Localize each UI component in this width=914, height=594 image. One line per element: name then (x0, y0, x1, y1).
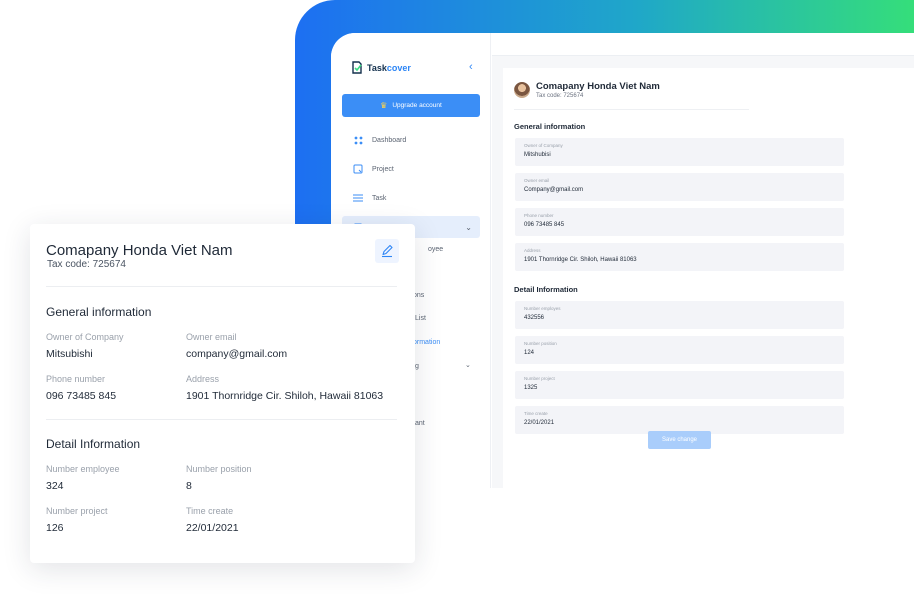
phone-field[interactable]: Phone number 096 73485 845 (515, 208, 844, 236)
main-content: Comapany Honda Viet Nam Tax code: 725674… (492, 56, 914, 488)
phone-value: 096 73485 845 (46, 390, 117, 402)
menu-icon (352, 194, 364, 202)
field-value: 096 73485 845 (524, 222, 565, 228)
tax-code: Tax code: 725674 (536, 93, 584, 99)
address-value: 1901 Thornridge Cir. Shiloh, Hawaii 8106… (186, 390, 384, 402)
time-value: 22/01/2021 (186, 522, 239, 534)
sidebar-item-task[interactable]: Task (342, 187, 480, 209)
field-label: Time create (524, 411, 548, 416)
field-value: 432556 (524, 315, 545, 321)
chevron-down-icon: ⌄ (465, 222, 472, 232)
position-value: 8 (186, 480, 192, 492)
address-label: Address (186, 374, 220, 384)
employee-label: Number employee (46, 464, 120, 474)
address-field[interactable]: Address 1901 Thornridge Cir. Shiloh, Haw… (515, 243, 844, 271)
company-panel: Comapany Honda Viet Nam Tax code: 725674… (503, 68, 914, 488)
owner-value: Mitsubishi (46, 348, 93, 360)
field-label: Number position (524, 341, 557, 346)
divider (514, 109, 749, 110)
position-label: Number position (186, 464, 252, 474)
upgrade-account-button[interactable]: ♛ Upgrade account (342, 94, 480, 117)
project-value: 126 (46, 522, 64, 534)
logo-prefix: Task (367, 63, 387, 73)
detail-information-heading: Detail Information (514, 285, 578, 294)
email-value: company@gmail.com (186, 348, 288, 360)
field-label: Owner of Company (524, 143, 563, 148)
owner-label: Owner of Company (46, 332, 124, 342)
tax-code: Tax code: 725674 (47, 259, 126, 270)
employee-value: 324 (46, 480, 64, 492)
sidebar-fragment-setting[interactable]: g (415, 363, 419, 370)
divider (46, 419, 397, 420)
field-value: Mitshubisi (524, 152, 551, 158)
owner-field[interactable]: Owner of Company Mitshubisi (515, 138, 844, 166)
upgrade-label: Upgrade account (392, 102, 442, 109)
chevron-left-icon[interactable]: ‹ (469, 61, 473, 73)
field-label: Number project (524, 376, 555, 381)
logo-text: Taskcover (367, 63, 411, 73)
grid-icon (352, 136, 364, 145)
time-label: Time create (186, 506, 234, 516)
sidebar-item-project[interactable]: Project (342, 158, 480, 180)
general-information-heading: General information (46, 305, 152, 319)
project-field[interactable]: Number project 1325 (515, 371, 844, 399)
divider (46, 286, 397, 287)
save-change-button[interactable]: Save change (648, 431, 711, 449)
field-label: Address (524, 248, 541, 253)
field-value: 124 (524, 350, 535, 356)
sidebar-item-label: Task (372, 194, 387, 202)
time-create-field[interactable]: Time create 22/01/2021 (515, 406, 844, 434)
email-field[interactable]: Owner email Company@gmail.com (515, 173, 844, 201)
field-value: 1901 Thornridge Cir. Shiloh, Hawaii 8106… (524, 257, 637, 263)
sidebar-item-label: Dashboard (372, 136, 407, 144)
logo-suffix: cover (386, 63, 411, 73)
avatar (514, 82, 530, 98)
sidebar-item-dashboard[interactable]: Dashboard (342, 129, 480, 151)
employees-field[interactable]: Number employes 432556 (515, 301, 844, 329)
general-information-heading: General information (514, 122, 586, 131)
crown-icon: ♛ (380, 101, 388, 110)
pencil-icon (382, 244, 393, 258)
position-field[interactable]: Number position 124 (515, 336, 844, 364)
field-value: Company@gmail.com (524, 187, 584, 193)
sidebar-fragment-list[interactable]: List (415, 315, 426, 322)
field-label: Number employes (524, 306, 561, 311)
app-window: Taskcover ‹ ♛ Upgrade account Dashboard … (331, 33, 914, 488)
sidebar-fragment-employee[interactable]: oyee (428, 246, 443, 253)
company-info-card: Comapany Honda Viet Nam Tax code: 725674… (30, 224, 415, 563)
project-icon (352, 164, 364, 174)
sidebar-fragment-information[interactable]: ormation (413, 339, 440, 346)
field-label: Phone number (524, 213, 554, 218)
logo[interactable]: Taskcover (351, 61, 411, 75)
field-label: Owner email (524, 178, 550, 183)
sidebar-item-label: Project (372, 165, 394, 173)
detail-information-heading: Detail Information (46, 437, 141, 451)
logo-icon (352, 61, 362, 74)
project-label: Number project (46, 506, 108, 516)
company-title: Comapany Honda Viet Nam (536, 81, 660, 92)
company-title: Comapany Honda Viet Nam (46, 242, 233, 259)
field-value: 1325 (524, 385, 538, 391)
chevron-down-icon[interactable]: ⌄ (465, 361, 471, 369)
field-value: 22/01/2021 (524, 420, 555, 426)
phone-label: Phone number (46, 374, 106, 384)
edit-button[interactable] (375, 239, 399, 263)
email-label: Owner email (186, 332, 237, 342)
